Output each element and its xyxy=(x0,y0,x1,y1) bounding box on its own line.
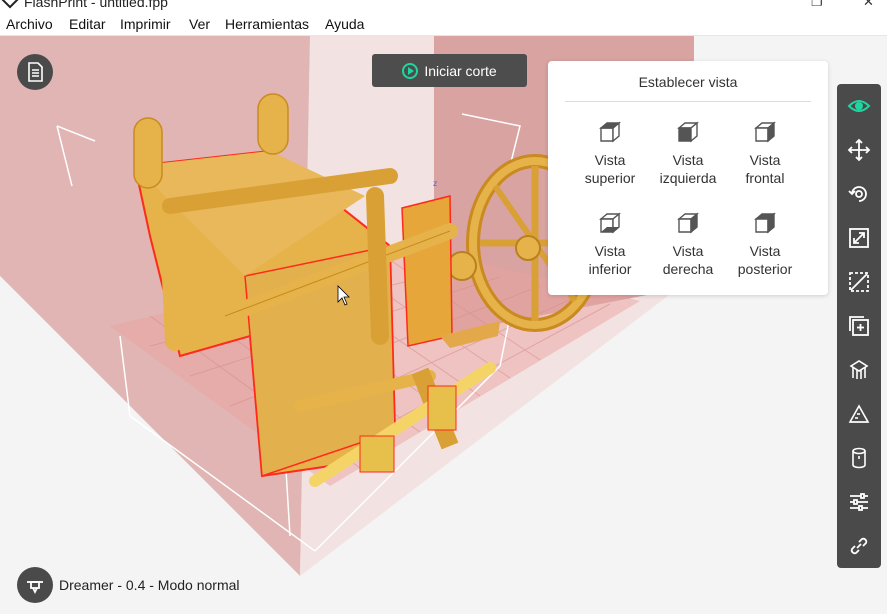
scale-tool-button[interactable] xyxy=(837,216,881,260)
set-view-panel: Establecer vista Vista superior Vista izqu… xyxy=(548,61,828,295)
menu-imprimir[interactable]: Imprimir xyxy=(120,16,171,32)
printer-status-text: Dreamer - 0.4 - Modo normal xyxy=(59,577,240,593)
link-tool-button[interactable] xyxy=(837,524,881,568)
printer-status-button[interactable] xyxy=(17,567,53,603)
cube-front-view-icon xyxy=(754,121,776,143)
view-bottom-line2: inferior xyxy=(588,261,632,277)
view-front-line1: Vista xyxy=(749,152,781,168)
move-arrows-icon xyxy=(847,138,871,162)
supports-icon xyxy=(849,360,869,379)
ruler-icon xyxy=(848,404,870,423)
nozzle-icon xyxy=(27,581,43,595)
view-tool-button[interactable] xyxy=(837,84,881,128)
view-back-line2: posterior xyxy=(737,261,793,277)
supports-tool-button[interactable] xyxy=(837,348,881,392)
maximize-icon[interactable]: ❐ xyxy=(811,0,823,10)
right-toolbar xyxy=(837,84,881,568)
sliders-icon xyxy=(850,493,868,511)
play-icon xyxy=(402,62,419,79)
3d-viewport[interactable]: z Iniciar corte Establecer vista Vista su… xyxy=(0,36,887,614)
side-plate xyxy=(401,195,453,347)
settings-tool-button[interactable] xyxy=(837,480,881,524)
view-back-button[interactable]: Vista posterior xyxy=(725,210,805,278)
view-top-line1: Vista xyxy=(594,152,626,168)
rotate-icon xyxy=(848,186,867,202)
view-front-button[interactable]: Vista frontal xyxy=(725,119,805,187)
window-title: FlashPrint - untitled.fpp xyxy=(24,0,168,10)
move-tool-button[interactable] xyxy=(837,128,881,172)
view-left-button[interactable]: Vista izquierda xyxy=(648,119,728,187)
panel-divider xyxy=(565,101,811,102)
cylinder-icon xyxy=(852,447,866,469)
start-slice-button[interactable]: Iniciar corte xyxy=(372,54,527,87)
view-bottom-button[interactable]: Vista inferior xyxy=(570,210,650,278)
menu-editar[interactable]: Editar xyxy=(69,16,106,32)
cut-icon xyxy=(849,272,869,292)
view-right-button[interactable]: Vista derecha xyxy=(648,210,728,278)
add-icon xyxy=(849,316,869,336)
title-bar: FlashPrint - untitled.fpp ❐ ✕ xyxy=(0,0,887,12)
scale-icon xyxy=(849,228,869,248)
cube-top-view-icon xyxy=(599,121,621,143)
menu-herramientas[interactable]: Herramientas xyxy=(225,16,309,32)
app-icon xyxy=(1,0,19,9)
file-list-button[interactable] xyxy=(17,54,53,90)
cube-right-view-icon xyxy=(677,212,699,234)
cube-left-view-icon xyxy=(677,121,699,143)
rotate-tool-button[interactable] xyxy=(837,172,881,216)
document-icon xyxy=(28,62,43,82)
start-slice-label: Iniciar corte xyxy=(424,62,497,79)
cube-back-view-icon xyxy=(754,212,776,234)
menu-bar: Archivo Editar Imprimir Ver Herramientas… xyxy=(0,12,887,36)
view-right-line1: Vista xyxy=(672,243,704,259)
view-top-line2: superior xyxy=(584,170,636,186)
view-right-line2: derecha xyxy=(662,261,714,277)
menu-ayuda[interactable]: Ayuda xyxy=(325,16,364,32)
view-left-line1: Vista xyxy=(672,152,704,168)
view-top-button[interactable]: Vista superior xyxy=(570,119,650,187)
view-bottom-line1: Vista xyxy=(594,243,626,259)
set-view-title: Establecer vista xyxy=(638,74,738,90)
view-left-line2: izquierda xyxy=(659,170,717,186)
link-icon xyxy=(850,537,868,555)
svg-text:z: z xyxy=(433,179,437,188)
close-icon[interactable]: ✕ xyxy=(863,0,874,10)
menu-archivo[interactable]: Archivo xyxy=(6,16,53,32)
view-back-line1: Vista xyxy=(749,243,781,259)
cube-bottom-view-icon xyxy=(599,212,621,234)
cut-tool-button[interactable] xyxy=(837,260,881,304)
add-tool-button[interactable] xyxy=(837,304,881,348)
view-front-line2: frontal xyxy=(745,170,785,186)
menu-ver[interactable]: Ver xyxy=(189,16,210,32)
cylinder-tool-button[interactable] xyxy=(837,436,881,480)
ruler-tool-button[interactable] xyxy=(837,392,881,436)
eye-icon xyxy=(847,100,871,112)
